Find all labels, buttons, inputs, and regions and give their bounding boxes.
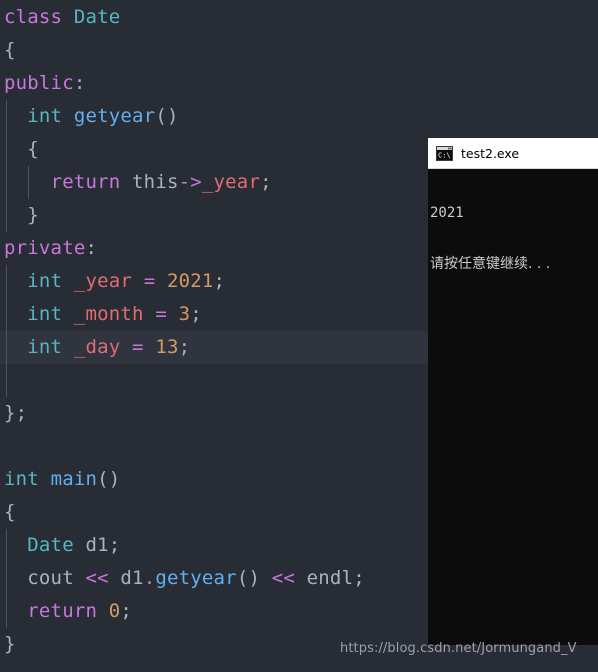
code-token: { [4, 501, 16, 523]
code-token: Date [73, 6, 121, 28]
code-token: _day [73, 336, 121, 358]
code-token: int [27, 336, 63, 358]
indent-guide [28, 166, 29, 199]
code-token: int [27, 105, 63, 127]
indent-guide [6, 529, 7, 628]
code-token: int [27, 303, 63, 325]
code-token: } [27, 204, 39, 226]
code-token: _year [201, 171, 261, 193]
code-token: 13 [155, 336, 179, 358]
console-window[interactable]: C:\ test2.exe 2021 请按任意键继续. . . [428, 138, 598, 645]
code-token: -> [178, 171, 202, 193]
code-line-1[interactable]: class Date [0, 1, 598, 34]
code-token: 3 [178, 303, 191, 325]
code-token: { [27, 138, 39, 160]
code-token: getyear [73, 105, 156, 127]
code-token: _month [73, 303, 144, 325]
code-token: class [4, 6, 74, 28]
code-token: }; [4, 402, 28, 424]
watermark-url: https://blog.csdn.net/Jormungand_V [340, 641, 577, 656]
code-token: int [27, 270, 63, 292]
code-token: = [155, 303, 167, 325]
code-token: = [132, 336, 144, 358]
code-token: ; [260, 171, 272, 193]
code-token: ; [120, 600, 133, 622]
indent-guide [6, 100, 7, 232]
code-token: { [4, 39, 16, 61]
console-titlebar[interactable]: C:\ test2.exe [428, 138, 598, 169]
code-token: . [143, 567, 156, 589]
code-token: << [85, 567, 109, 589]
code-token: ; [108, 534, 121, 556]
code-token: int [4, 468, 39, 490]
code-token: ; [353, 567, 365, 589]
code-token: 0 [108, 600, 121, 622]
code-line-4[interactable]: int getyear() [0, 100, 598, 133]
console-output-line: 2021 [430, 205, 464, 221]
code-token: _year [73, 270, 133, 292]
code-token: Date [27, 534, 74, 556]
code-token: () [97, 468, 121, 490]
code-token: ; [190, 303, 202, 325]
code-token: endl [306, 567, 354, 589]
code-token: private [4, 237, 86, 259]
code-token: << [271, 567, 296, 589]
code-token: } [4, 633, 16, 655]
console-output-line: 请按任意键继续. . . [430, 256, 551, 272]
code-token: : [85, 237, 98, 259]
cmd-icon: C:\ [436, 145, 453, 161]
code-token: d1 [120, 567, 144, 589]
code-token: getyear [155, 567, 237, 589]
code-token: return [27, 600, 98, 622]
indent-guide [6, 265, 7, 397]
code-token: return [50, 171, 121, 193]
code-token: main [50, 468, 98, 490]
code-token: d1 [85, 534, 109, 556]
code-line-2[interactable]: { [0, 34, 598, 67]
code-token: ; [178, 336, 191, 358]
code-line-3[interactable]: public: [0, 67, 598, 100]
code-token: cout [27, 567, 74, 589]
code-token: () [236, 567, 261, 589]
console-output: 2021 请按任意键继续. . . [428, 169, 598, 307]
code-token: : [73, 72, 86, 94]
code-token: 2021 [166, 270, 214, 292]
code-token: = [143, 270, 156, 292]
svg-text:C:\: C:\ [438, 151, 451, 159]
code-token: () [155, 105, 179, 127]
code-token: ; [213, 270, 226, 292]
code-token: public [4, 72, 74, 94]
code-token: this [132, 171, 179, 193]
console-title-label: test2.exe [461, 145, 520, 161]
